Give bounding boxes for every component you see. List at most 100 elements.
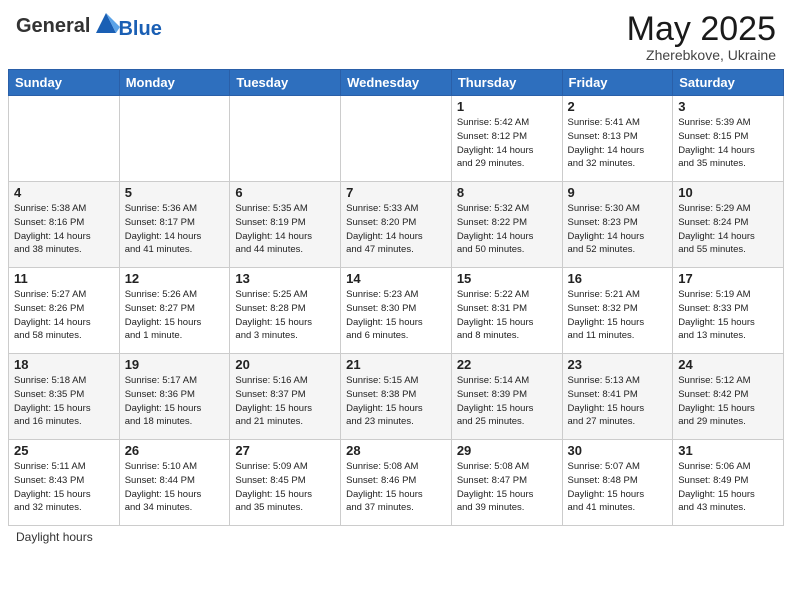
calendar-cell: 25 Sunrise: 5:11 AM Sunset: 8:43 PM Dayli… — [9, 440, 120, 526]
day-number: 4 — [14, 185, 114, 200]
day-info: Sunrise: 5:25 AM Sunset: 8:28 PM Dayligh… — [235, 288, 335, 343]
logo-general: General — [16, 15, 90, 37]
calendar-cell: 13 Sunrise: 5:25 AM Sunset: 8:28 PM Dayli… — [230, 268, 341, 354]
day-number: 8 — [457, 185, 557, 200]
day-number: 19 — [125, 357, 225, 372]
header-thursday: Thursday — [451, 70, 562, 96]
calendar-cell: 29 Sunrise: 5:08 AM Sunset: 8:47 PM Dayli… — [451, 440, 562, 526]
header-saturday: Saturday — [673, 70, 784, 96]
day-info: Sunrise: 5:26 AM Sunset: 8:27 PM Dayligh… — [125, 288, 225, 343]
title-block: May 2025 Zherebkove, Ukraine — [627, 10, 776, 63]
logo: General Blue — [16, 10, 162, 41]
day-number: 31 — [678, 443, 778, 458]
day-info: Sunrise: 5:23 AM Sunset: 8:30 PM Dayligh… — [346, 288, 446, 343]
calendar-week-row: 1Sunrise: 5:42 AM Sunset: 8:12 PM Daylig… — [9, 96, 784, 182]
day-info: Sunrise: 5:13 AM Sunset: 8:41 PM Dayligh… — [568, 374, 668, 429]
logo-icon — [92, 9, 120, 37]
header-friday: Friday — [562, 70, 673, 96]
day-number: 13 — [235, 271, 335, 286]
calendar-cell: 11 Sunrise: 5:27 AM Sunset: 8:26 PM Dayli… — [9, 268, 120, 354]
calendar-header-row: Sunday Monday Tuesday Wednesday Thursday… — [9, 70, 784, 96]
calendar-cell: 1Sunrise: 5:42 AM Sunset: 8:12 PM Daylig… — [451, 96, 562, 182]
day-number: 21 — [346, 357, 446, 372]
calendar-cell — [341, 96, 452, 182]
day-info: Sunrise: 5:17 AM Sunset: 8:36 PM Dayligh… — [125, 374, 225, 429]
day-number: 14 — [346, 271, 446, 286]
day-number: 11 — [14, 271, 114, 286]
calendar-table: Sunday Monday Tuesday Wednesday Thursday… — [8, 69, 784, 526]
calendar-cell: 31 Sunrise: 5:06 AM Sunset: 8:49 PM Dayli… — [673, 440, 784, 526]
day-info: Sunrise: 5:19 AM Sunset: 8:33 PM Dayligh… — [678, 288, 778, 343]
header-tuesday: Tuesday — [230, 70, 341, 96]
calendar-cell: 18Sunrise: 5:18 AM Sunset: 8:35 PM Dayli… — [9, 354, 120, 440]
day-number: 26 — [125, 443, 225, 458]
footer: Daylight hours — [0, 526, 792, 548]
day-number: 3 — [678, 99, 778, 114]
calendar-cell: 30 Sunrise: 5:07 AM Sunset: 8:48 PM Dayli… — [562, 440, 673, 526]
calendar-cell: 22 Sunrise: 5:14 AM Sunset: 8:39 PM Dayli… — [451, 354, 562, 440]
day-info: Sunrise: 5:41 AM Sunset: 8:13 PM Dayligh… — [568, 116, 668, 171]
day-info: Sunrise: 5:30 AM Sunset: 8:23 PM Dayligh… — [568, 202, 668, 257]
location: Zherebkove, Ukraine — [627, 47, 776, 63]
day-number: 30 — [568, 443, 668, 458]
day-number: 28 — [346, 443, 446, 458]
calendar-cell: 2 Sunrise: 5:41 AM Sunset: 8:13 PM Daylig… — [562, 96, 673, 182]
day-info: Sunrise: 5:14 AM Sunset: 8:39 PM Dayligh… — [457, 374, 557, 429]
day-info: Sunrise: 5:08 AM Sunset: 8:46 PM Dayligh… — [346, 460, 446, 515]
calendar-cell: 23 Sunrise: 5:13 AM Sunset: 8:41 PM Dayli… — [562, 354, 673, 440]
calendar-cell: 27Sunrise: 5:09 AM Sunset: 8:45 PM Dayli… — [230, 440, 341, 526]
day-number: 5 — [125, 185, 225, 200]
calendar-cell: 14 Sunrise: 5:23 AM Sunset: 8:30 PM Dayli… — [341, 268, 452, 354]
calendar-cell: 16Sunrise: 5:21 AM Sunset: 8:32 PM Dayli… — [562, 268, 673, 354]
day-number: 23 — [568, 357, 668, 372]
calendar-cell: 7Sunrise: 5:33 AM Sunset: 8:20 PM Daylig… — [341, 182, 452, 268]
day-info: Sunrise: 5:33 AM Sunset: 8:20 PM Dayligh… — [346, 202, 446, 257]
day-number: 15 — [457, 271, 557, 286]
calendar-cell: 12 Sunrise: 5:26 AM Sunset: 8:27 PM Dayli… — [119, 268, 230, 354]
day-info: Sunrise: 5:27 AM Sunset: 8:26 PM Dayligh… — [14, 288, 114, 343]
day-number: 25 — [14, 443, 114, 458]
calendar-week-row: 11 Sunrise: 5:27 AM Sunset: 8:26 PM Dayli… — [9, 268, 784, 354]
calendar-cell: 21 Sunrise: 5:15 AM Sunset: 8:38 PM Dayli… — [341, 354, 452, 440]
day-info: Sunrise: 5:39 AM Sunset: 8:15 PM Dayligh… — [678, 116, 778, 171]
day-number: 6 — [235, 185, 335, 200]
day-number: 2 — [568, 99, 668, 114]
day-number: 12 — [125, 271, 225, 286]
day-number: 10 — [678, 185, 778, 200]
day-info: Sunrise: 5:09 AM Sunset: 8:45 PM Dayligh… — [235, 460, 335, 515]
calendar-week-row: 25 Sunrise: 5:11 AM Sunset: 8:43 PM Dayli… — [9, 440, 784, 526]
day-info: Sunrise: 5:22 AM Sunset: 8:31 PM Dayligh… — [457, 288, 557, 343]
day-info: Sunrise: 5:07 AM Sunset: 8:48 PM Dayligh… — [568, 460, 668, 515]
day-info: Sunrise: 5:06 AM Sunset: 8:49 PM Dayligh… — [678, 460, 778, 515]
day-number: 22 — [457, 357, 557, 372]
calendar-week-row: 18Sunrise: 5:18 AM Sunset: 8:35 PM Dayli… — [9, 354, 784, 440]
day-number: 20 — [235, 357, 335, 372]
calendar-cell: 3 Sunrise: 5:39 AM Sunset: 8:15 PM Daylig… — [673, 96, 784, 182]
calendar-week-row: 4 Sunrise: 5:38 AM Sunset: 8:16 PM Daylig… — [9, 182, 784, 268]
calendar-cell: 26Sunrise: 5:10 AM Sunset: 8:44 PM Dayli… — [119, 440, 230, 526]
day-info: Sunrise: 5:38 AM Sunset: 8:16 PM Dayligh… — [14, 202, 114, 257]
day-info: Sunrise: 5:35 AM Sunset: 8:19 PM Dayligh… — [235, 202, 335, 257]
month-year: May 2025 — [627, 10, 776, 49]
calendar-cell: 4 Sunrise: 5:38 AM Sunset: 8:16 PM Daylig… — [9, 182, 120, 268]
day-number: 29 — [457, 443, 557, 458]
day-number: 9 — [568, 185, 668, 200]
day-info: Sunrise: 5:29 AM Sunset: 8:24 PM Dayligh… — [678, 202, 778, 257]
calendar-cell: 8 Sunrise: 5:32 AM Sunset: 8:22 PM Daylig… — [451, 182, 562, 268]
header: General Blue May 2025 Zherebkove, Ukrain… — [0, 0, 792, 69]
day-info: Sunrise: 5:15 AM Sunset: 8:38 PM Dayligh… — [346, 374, 446, 429]
day-info: Sunrise: 5:11 AM Sunset: 8:43 PM Dayligh… — [14, 460, 114, 515]
calendar-cell: 9 Sunrise: 5:30 AM Sunset: 8:23 PM Daylig… — [562, 182, 673, 268]
header-wednesday: Wednesday — [341, 70, 452, 96]
calendar-cell: 24Sunrise: 5:12 AM Sunset: 8:42 PM Dayli… — [673, 354, 784, 440]
calendar-cell: 28 Sunrise: 5:08 AM Sunset: 8:46 PM Dayli… — [341, 440, 452, 526]
day-info: Sunrise: 5:32 AM Sunset: 8:22 PM Dayligh… — [457, 202, 557, 257]
calendar-cell: 5 Sunrise: 5:36 AM Sunset: 8:17 PM Daylig… — [119, 182, 230, 268]
day-info: Sunrise: 5:21 AM Sunset: 8:32 PM Dayligh… — [568, 288, 668, 343]
day-info: Sunrise: 5:08 AM Sunset: 8:47 PM Dayligh… — [457, 460, 557, 515]
day-info: Sunrise: 5:36 AM Sunset: 8:17 PM Dayligh… — [125, 202, 225, 257]
calendar-cell: 15 Sunrise: 5:22 AM Sunset: 8:31 PM Dayli… — [451, 268, 562, 354]
footer-text: Daylight hours — [16, 530, 93, 544]
header-monday: Monday — [119, 70, 230, 96]
calendar-cell: 19 Sunrise: 5:17 AM Sunset: 8:36 PM Dayli… — [119, 354, 230, 440]
